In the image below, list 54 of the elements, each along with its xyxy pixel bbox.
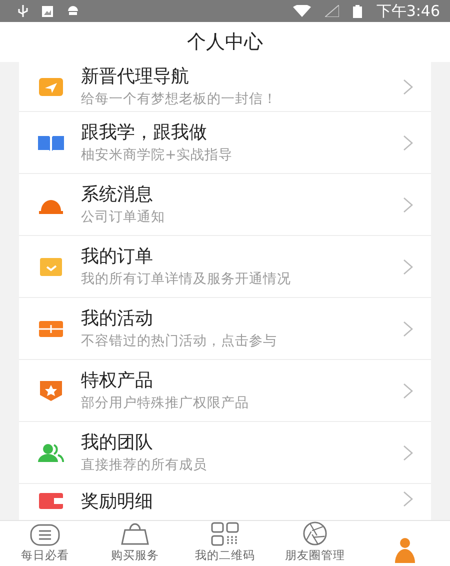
- wifi-icon: [293, 5, 312, 17]
- inbox-check-icon: [40, 258, 62, 276]
- menu-item-subtitle: 不容错过的热门活动，点击参与: [81, 332, 278, 350]
- menu-item-title: 新晋代理导航: [81, 66, 190, 88]
- menu-item-subtitle: 直接推荐的所有成员: [81, 456, 208, 474]
- menu-item-subtitle: 部分用户特殊推广权限产品: [81, 394, 250, 412]
- list-icon: [30, 524, 60, 546]
- shopping-bag-icon: [120, 522, 150, 546]
- tab-bar-item[interactable]: 我的二维码: [180, 521, 270, 566]
- menu-item-title: 奖励明细: [81, 491, 154, 513]
- menu-item[interactable]: 我的活动 不容错过的热门活动，点击参与: [19, 298, 431, 359]
- usb-icon: [18, 5, 28, 17]
- chevron-right-icon: [403, 444, 413, 460]
- menu-item-subtitle: 给每一个有梦想老板的一封信！: [81, 90, 278, 108]
- signal-icon: [325, 5, 340, 17]
- ticket-icon: [39, 320, 63, 336]
- menu-item[interactable]: 奖励明细: [19, 484, 431, 520]
- tab-bar-item[interactable]: 每日必看: [0, 521, 90, 566]
- menu-item-title: 特权产品: [81, 370, 154, 392]
- chevron-right-icon: [403, 258, 413, 274]
- qr-code-icon: [211, 522, 239, 546]
- menu-item-subtitle: 我的所有订单详情及服务开通情况: [81, 270, 292, 288]
- person-icon: [394, 537, 416, 563]
- menu-item[interactable]: 跟我学，跟我做 柚安米商学院+实战指导: [19, 112, 431, 173]
- menu-item-title: 系统消息: [81, 184, 154, 206]
- chevron-right-icon: [403, 196, 413, 212]
- chevron-right-icon: [403, 320, 413, 336]
- battery-icon: [353, 4, 362, 18]
- wallet-icon: [39, 491, 63, 509]
- menu-item-title: 我的活动: [81, 308, 154, 330]
- menu-item[interactable]: 新晋代理导航 给每一个有梦想老板的一封信！: [19, 62, 431, 111]
- send-icon: [39, 78, 63, 96]
- menu-item-subtitle: 公司订单通知: [81, 208, 166, 226]
- tab-bar-item[interactable]: 购买服务: [90, 521, 180, 566]
- menu-item[interactable]: 特权产品 部分用户特殊推广权限产品: [19, 360, 431, 421]
- menu-item[interactable]: 我的订单 我的所有订单详情及服务开通情况: [19, 236, 431, 297]
- chevron-right-icon: [403, 382, 413, 398]
- status-time: 下午3:46: [376, 2, 440, 20]
- menu-item-subtitle: 柚安米商学院+实战指导: [81, 146, 234, 164]
- aperture-icon: [302, 521, 328, 546]
- page-title: 个人中心: [187, 30, 263, 55]
- book-icon: [38, 134, 64, 150]
- menu-item-title: 跟我学，跟我做: [81, 122, 208, 144]
- chevron-right-icon: [403, 134, 413, 150]
- menu-item[interactable]: 我的团队 直接推荐的所有成员: [19, 422, 431, 483]
- menu-item-title: 我的订单: [81, 246, 154, 268]
- menu-item-title: 我的团队: [81, 432, 154, 454]
- chevron-right-icon: [403, 491, 413, 507]
- group-icon: [38, 444, 64, 462]
- chevron-right-icon: [403, 78, 413, 94]
- image-icon: [42, 6, 53, 16]
- tab-bar-item[interactable]: 朋友圈管理: [270, 521, 360, 566]
- star-badge-icon: [40, 380, 62, 400]
- menu-item[interactable]: 系统消息 公司订单通知: [19, 174, 431, 235]
